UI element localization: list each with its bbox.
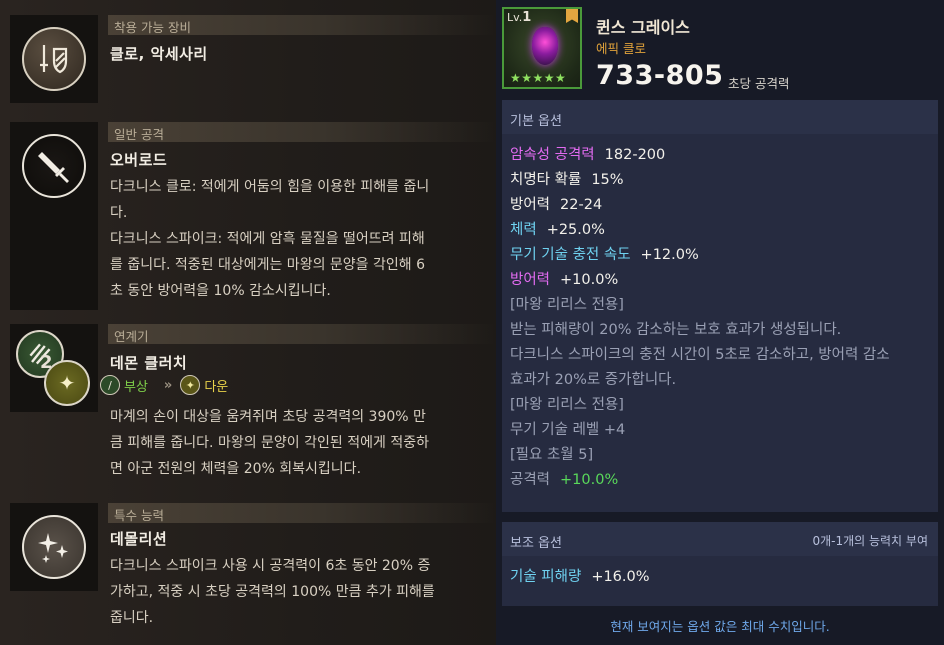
special-icon-box — [10, 503, 98, 591]
desc-line: 마계의 손이 대상을 움켜쥐며 초당 공격력의 390% 만 — [110, 409, 426, 425]
combo-title: 데몬 클러치 — [110, 354, 188, 372]
base-options-list: 암속성 공격력 182-200 치명타 확률 15% 방어력 22-24 체력 +25.… — [502, 134, 938, 493]
option-line: 방어력 22-24 — [510, 197, 603, 213]
bookmark-icon[interactable] — [566, 9, 578, 23]
combo-to-tag: 다운 — [204, 379, 229, 395]
max-value-note: 현재 보여지는 옵션 값은 최대 수치입니다. — [610, 619, 830, 634]
equip-header: 착용 가능 장비 — [108, 15, 496, 35]
combo-count-badge: 2 — [40, 352, 53, 373]
item-grade: 에픽 클로 — [596, 41, 646, 56]
special-header: 특수 능력 — [108, 503, 496, 523]
item-thumbnail[interactable]: Lv.1 ★★★★★ — [502, 7, 582, 89]
desc-line: 큼 피해를 줍니다. 마왕의 문양이 각인된 적에게 적중하 — [110, 435, 429, 451]
item-dps: 733-805 — [596, 60, 724, 91]
combo-from-tag: 부상 — [124, 379, 148, 395]
option-line: 다크니스 스파이크의 충전 시간이 5초로 감소하고, 방어력 감소 — [510, 347, 890, 363]
combo-condition-row: / 부상 » ✦ 다운 — [100, 374, 228, 396]
option-line: [마왕 리리스 전용] — [510, 297, 624, 313]
special-desc: 다크니스 스파이크 사용 시 공격력이 6초 동안 20% 증 가하고, 적중 … — [110, 553, 472, 631]
desc-line: 다크니스 클로: 적에게 어둠의 힘을 이용한 피해를 줍니 — [110, 179, 430, 195]
combo-icon-box: ✦ 2 — [10, 324, 98, 412]
sparkle-icon — [22, 515, 86, 579]
desc-line: 초 동안 방어력을 10% 감소시킵니다. — [110, 283, 331, 299]
option-line: [마왕 리리스 전용] — [510, 397, 624, 413]
desc-line: 다크니스 스파이크 사용 시 공격력이 6초 동안 20% 증 — [110, 558, 431, 574]
option-line: 받는 피해량이 20% 감소하는 보호 효과가 생성됩니다. — [510, 322, 842, 338]
desc-line: 면 아군 전원의 체력을 20% 회복시킵니다. — [110, 461, 362, 477]
option-line: 암속성 공격력 182-200 — [510, 147, 666, 163]
item-name: 퀸스 그레이스 — [596, 18, 690, 37]
normal-attack-header: 일반 공격 — [108, 122, 496, 142]
base-options-box: 기본 옵션 암속성 공격력 182-200 치명타 확률 15% 방어력 22-24 … — [502, 100, 938, 512]
normal-attack-section: 일반 공격 오버로드 다크니스 클로: 적에게 어둠의 힘을 이용한 피해를 줍… — [10, 122, 496, 312]
down-icon: ✦ — [180, 375, 201, 395]
equip-icon-box — [10, 15, 98, 103]
wound-icon: / — [100, 375, 120, 395]
option-line: 기술 피해량 +16.0% — [510, 569, 650, 585]
desc-line: 다크니스 스파이크: 적에게 암흑 물질을 떨어뜨려 피해 — [110, 231, 425, 247]
desc-line: 줍니다. — [110, 610, 154, 626]
desc-line: 다. — [110, 205, 128, 221]
sub-options-range: 0개-1개의 능력치 부여 — [812, 534, 928, 548]
option-line: 무기 기술 충전 속도 +12.0% — [510, 247, 699, 263]
normal-attack-icon-box — [10, 122, 98, 310]
item-tooltip-panel: Lv.1 ★★★★★ 퀸스 그레이스 에픽 클로 733-805 초당 공격력 … — [496, 0, 944, 645]
item-level: Lv.1 — [507, 10, 532, 25]
option-line: 치명타 확률 15% — [510, 172, 624, 188]
desc-line: 를 줍니다. 적중된 대상에게는 마왕의 문양을 각인해 6 — [110, 257, 425, 273]
option-line: 방어력 +10.0% — [510, 272, 619, 288]
option-line: 공격력 +10.0% — [510, 472, 619, 488]
option-line: [필요 초월 5] — [510, 447, 594, 463]
sword-shield-icon — [22, 27, 86, 91]
combo-header: 연계기 — [108, 324, 496, 344]
rarity-stars: ★★★★★ — [510, 71, 567, 85]
option-line: 체력 +25.0% — [510, 222, 605, 238]
normal-attack-desc: 다크니스 클로: 적에게 어둠의 힘을 이용한 피해를 줍니 다. 다크니스 스… — [110, 174, 472, 304]
special-title: 데몰리션 — [110, 530, 168, 548]
normal-attack-title: 오버로드 — [110, 151, 168, 169]
sub-options-box: 보조 옵션 0개-1개의 능력치 부여 기술 피해량 +16.0% — [502, 522, 938, 606]
desc-line: 가하고, 적중 시 초당 공격력의 100% 만큼 추가 피해를 — [110, 584, 435, 600]
option-line: 무기 기술 레벨 +4 — [510, 422, 626, 438]
combo-desc: 마계의 손이 대상을 움켜쥐며 초당 공격력의 390% 만 큼 피해를 줍니다… — [110, 404, 472, 482]
gem-icon — [532, 27, 558, 65]
option-line: 효과가 20%로 증가합니다. — [510, 372, 677, 388]
equip-section: 착용 가능 장비 클로, 악세사리 — [10, 15, 496, 103]
equip-title: 클로, 악세사리 — [110, 45, 208, 63]
chevron-right-icon: » — [163, 377, 173, 393]
dagger-icon — [22, 134, 86, 198]
skill-info-panel: 착용 가능 장비 클로, 악세사리 일반 공격 오버로드 다크니스 클로: 적에… — [0, 0, 496, 645]
item-dps-label: 초당 공격력 — [728, 76, 790, 91]
base-options-header: 기본 옵션 — [502, 100, 938, 134]
sub-options-list: 기술 피해량 +16.0% — [502, 556, 938, 590]
special-section: 특수 능력 데몰리션 다크니스 스파이크 사용 시 공격력이 6초 동안 20%… — [10, 503, 496, 643]
